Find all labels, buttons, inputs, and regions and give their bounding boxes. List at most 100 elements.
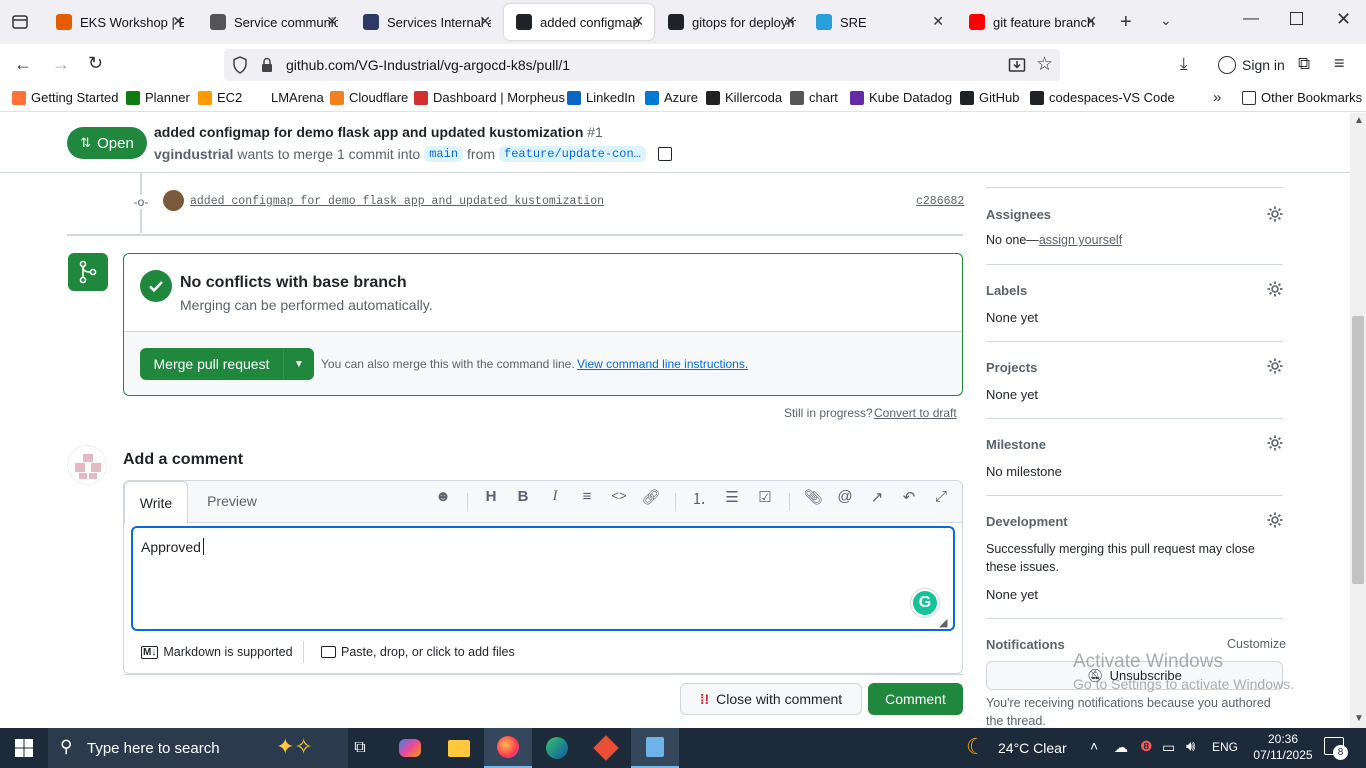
close-tab-icon[interactable]: ✕ bbox=[784, 13, 796, 30]
bold-icon[interactable]: B bbox=[513, 488, 533, 508]
bookmark-item[interactable]: Getting Started bbox=[12, 90, 118, 105]
resize-handle-icon[interactable]: ◢ bbox=[939, 616, 947, 629]
edge-icon[interactable] bbox=[533, 728, 581, 768]
scroll-down-icon[interactable]: ▼ bbox=[1354, 713, 1364, 724]
firefox-icon[interactable] bbox=[484, 728, 532, 768]
assign-yourself-link[interactable]: assign yourself bbox=[1039, 233, 1122, 247]
save-page-icon[interactable] bbox=[1008, 56, 1026, 74]
bookmark-item[interactable]: codespaces-VS Code bbox=[1030, 90, 1175, 105]
commit-message[interactable]: added configmap for demo flask app and u… bbox=[190, 195, 604, 208]
taskbar-search[interactable]: ⚲ Type here to search ✦✧ bbox=[48, 728, 348, 768]
projects-gear-icon[interactable] bbox=[1266, 357, 1284, 375]
bookmark-item[interactable]: Dashboard | Morpheus bbox=[414, 90, 565, 105]
avatar[interactable] bbox=[163, 190, 184, 211]
notification-center-icon[interactable]: 8 bbox=[1324, 737, 1348, 760]
close-tab-icon[interactable]: ✕ bbox=[932, 13, 944, 30]
comment-textarea[interactable]: Approved G ◢ bbox=[131, 526, 955, 631]
browser-tab[interactable]: EKS Workshop | EKS✕ bbox=[44, 4, 194, 40]
close-window-icon[interactable]: ✕ bbox=[1336, 9, 1351, 30]
download-icon[interactable]: ⤓ bbox=[1180, 54, 1188, 74]
scrollbar-thumb[interactable] bbox=[1352, 316, 1364, 584]
bookmark-item[interactable]: chart bbox=[790, 90, 838, 105]
bookmark-item[interactable]: Cloudflare bbox=[330, 90, 408, 105]
url-bar[interactable]: github.com/VG-Industrial/vg-argocd-k8s/p… bbox=[224, 49, 1060, 81]
bookmark-item[interactable]: LinkedIn bbox=[567, 90, 635, 105]
tab-write[interactable]: Write bbox=[124, 481, 188, 524]
reply-icon[interactable]: ↶ bbox=[899, 488, 919, 508]
cross-reference-icon[interactable]: ↗ bbox=[867, 488, 887, 508]
browser-tab[interactable]: git feature branch ✕ bbox=[957, 4, 1107, 40]
base-branch[interactable]: main bbox=[424, 146, 464, 162]
comment-submit-button[interactable]: Comment bbox=[868, 683, 963, 715]
extensions-icon[interactable]: ⧉ bbox=[1298, 54, 1310, 74]
shield-icon[interactable] bbox=[232, 56, 248, 74]
tab-list-icon[interactable] bbox=[10, 12, 30, 32]
bookmark-item[interactable]: GitHub bbox=[960, 90, 1019, 105]
quote-icon[interactable]: ≡ bbox=[577, 488, 597, 508]
copilot-app-icon[interactable] bbox=[386, 728, 434, 768]
bookmark-item[interactable]: Azure bbox=[645, 90, 698, 105]
git-app-icon[interactable] bbox=[582, 728, 630, 768]
restore-icon[interactable] bbox=[1290, 12, 1303, 25]
fullscreen-icon[interactable]: ⤢ bbox=[931, 488, 951, 508]
more-bookmarks-icon[interactable]: » bbox=[1213, 89, 1221, 106]
bookmark-item[interactable]: LMArena bbox=[252, 90, 324, 105]
browser-tab[interactable]: Services Internal and✕ bbox=[351, 4, 501, 40]
star-icon[interactable]: ☆ bbox=[1036, 53, 1053, 76]
commit-sha[interactable]: c286682 bbox=[916, 195, 964, 208]
start-icon[interactable] bbox=[0, 728, 48, 768]
heading-icon[interactable]: H bbox=[481, 488, 501, 508]
ordered-list-icon[interactable]: ⒈ bbox=[689, 488, 709, 508]
hidden-icons-chevron-icon[interactable]: ˄ bbox=[1090, 738, 1098, 754]
bookmark-item[interactable]: Killercoda bbox=[706, 90, 782, 105]
customize-link[interactable]: Customize bbox=[1227, 637, 1286, 651]
lock-icon[interactable] bbox=[260, 57, 274, 73]
command-line-link[interactable]: View command line instructions. bbox=[577, 357, 748, 371]
unordered-list-icon[interactable]: ☰ bbox=[722, 488, 742, 508]
mention-icon[interactable]: @ bbox=[835, 488, 855, 508]
head-branch[interactable]: feature/update-con… bbox=[499, 146, 646, 162]
assignees-gear-icon[interactable] bbox=[1266, 205, 1284, 223]
close-tab-icon[interactable]: ✕ bbox=[479, 13, 491, 30]
menu-icon[interactable]: ≡ bbox=[1334, 53, 1345, 74]
forward-icon[interactable]: → bbox=[52, 54, 70, 75]
other-bookmarks[interactable]: Other Bookmarks bbox=[1242, 90, 1362, 105]
network-drive-icon[interactable]: ☁ bbox=[1114, 739, 1128, 756]
file-explorer-icon[interactable] bbox=[435, 728, 483, 768]
url-text[interactable]: github.com/VG-Industrial/vg-argocd-k8s/p… bbox=[286, 57, 570, 73]
link-icon[interactable]: 🔗︎ bbox=[641, 488, 661, 508]
milestone-gear-icon[interactable] bbox=[1266, 434, 1284, 452]
browser-tab[interactable]: gitops for deployment✕ bbox=[656, 4, 806, 40]
bookmark-item[interactable]: Kube Datadog bbox=[850, 90, 952, 105]
battery-icon[interactable]: ▭ bbox=[1162, 739, 1175, 756]
language-indicator[interactable]: ENG bbox=[1212, 740, 1238, 754]
bookmark-item[interactable]: EC2 bbox=[198, 90, 242, 105]
scrollbar[interactable]: ▲ ▼ bbox=[1350, 113, 1366, 728]
new-tab-icon[interactable]: + bbox=[1120, 11, 1132, 34]
grammarly-icon[interactable]: G bbox=[911, 589, 939, 617]
labels-gear-icon[interactable] bbox=[1266, 280, 1284, 298]
close-with-comment-button[interactable]: ⁞! Close with comment bbox=[680, 683, 862, 715]
attach-files[interactable]: Paste, drop, or click to add files bbox=[321, 645, 515, 659]
copy-icon[interactable] bbox=[657, 147, 672, 161]
weather-icon[interactable]: ☾ bbox=[966, 734, 986, 760]
back-icon[interactable]: ← bbox=[14, 54, 32, 75]
bookmark-item[interactable]: Planner bbox=[126, 90, 190, 105]
sign-in-button[interactable]: Sign in bbox=[1210, 49, 1298, 81]
task-list-icon[interactable]: ☑ bbox=[755, 488, 775, 508]
scroll-up-icon[interactable]: ▲ bbox=[1354, 115, 1364, 126]
notepad-icon[interactable] bbox=[631, 728, 679, 768]
chevron-down-icon[interactable]: ⌄ bbox=[1160, 12, 1172, 29]
convert-to-draft-link[interactable]: Convert to draft bbox=[874, 406, 957, 420]
minimize-icon[interactable]: — bbox=[1243, 10, 1259, 28]
close-tab-icon[interactable]: ✕ bbox=[1085, 13, 1097, 30]
tab-preview[interactable]: Preview bbox=[196, 493, 268, 509]
merge-options-dropdown[interactable]: ▼ bbox=[283, 348, 314, 380]
close-tab-icon[interactable]: ✕ bbox=[172, 13, 184, 30]
copilot-icon[interactable]: ☻ bbox=[433, 488, 453, 508]
code-icon[interactable]: <> bbox=[609, 488, 629, 508]
volume-icon[interactable]: 🔊︎ bbox=[1186, 738, 1195, 755]
app-tray-icon[interactable]: ❽ bbox=[1140, 738, 1153, 755]
close-tab-icon[interactable]: ✕ bbox=[326, 13, 338, 30]
task-view-icon[interactable]: ⧉ bbox=[336, 728, 384, 768]
